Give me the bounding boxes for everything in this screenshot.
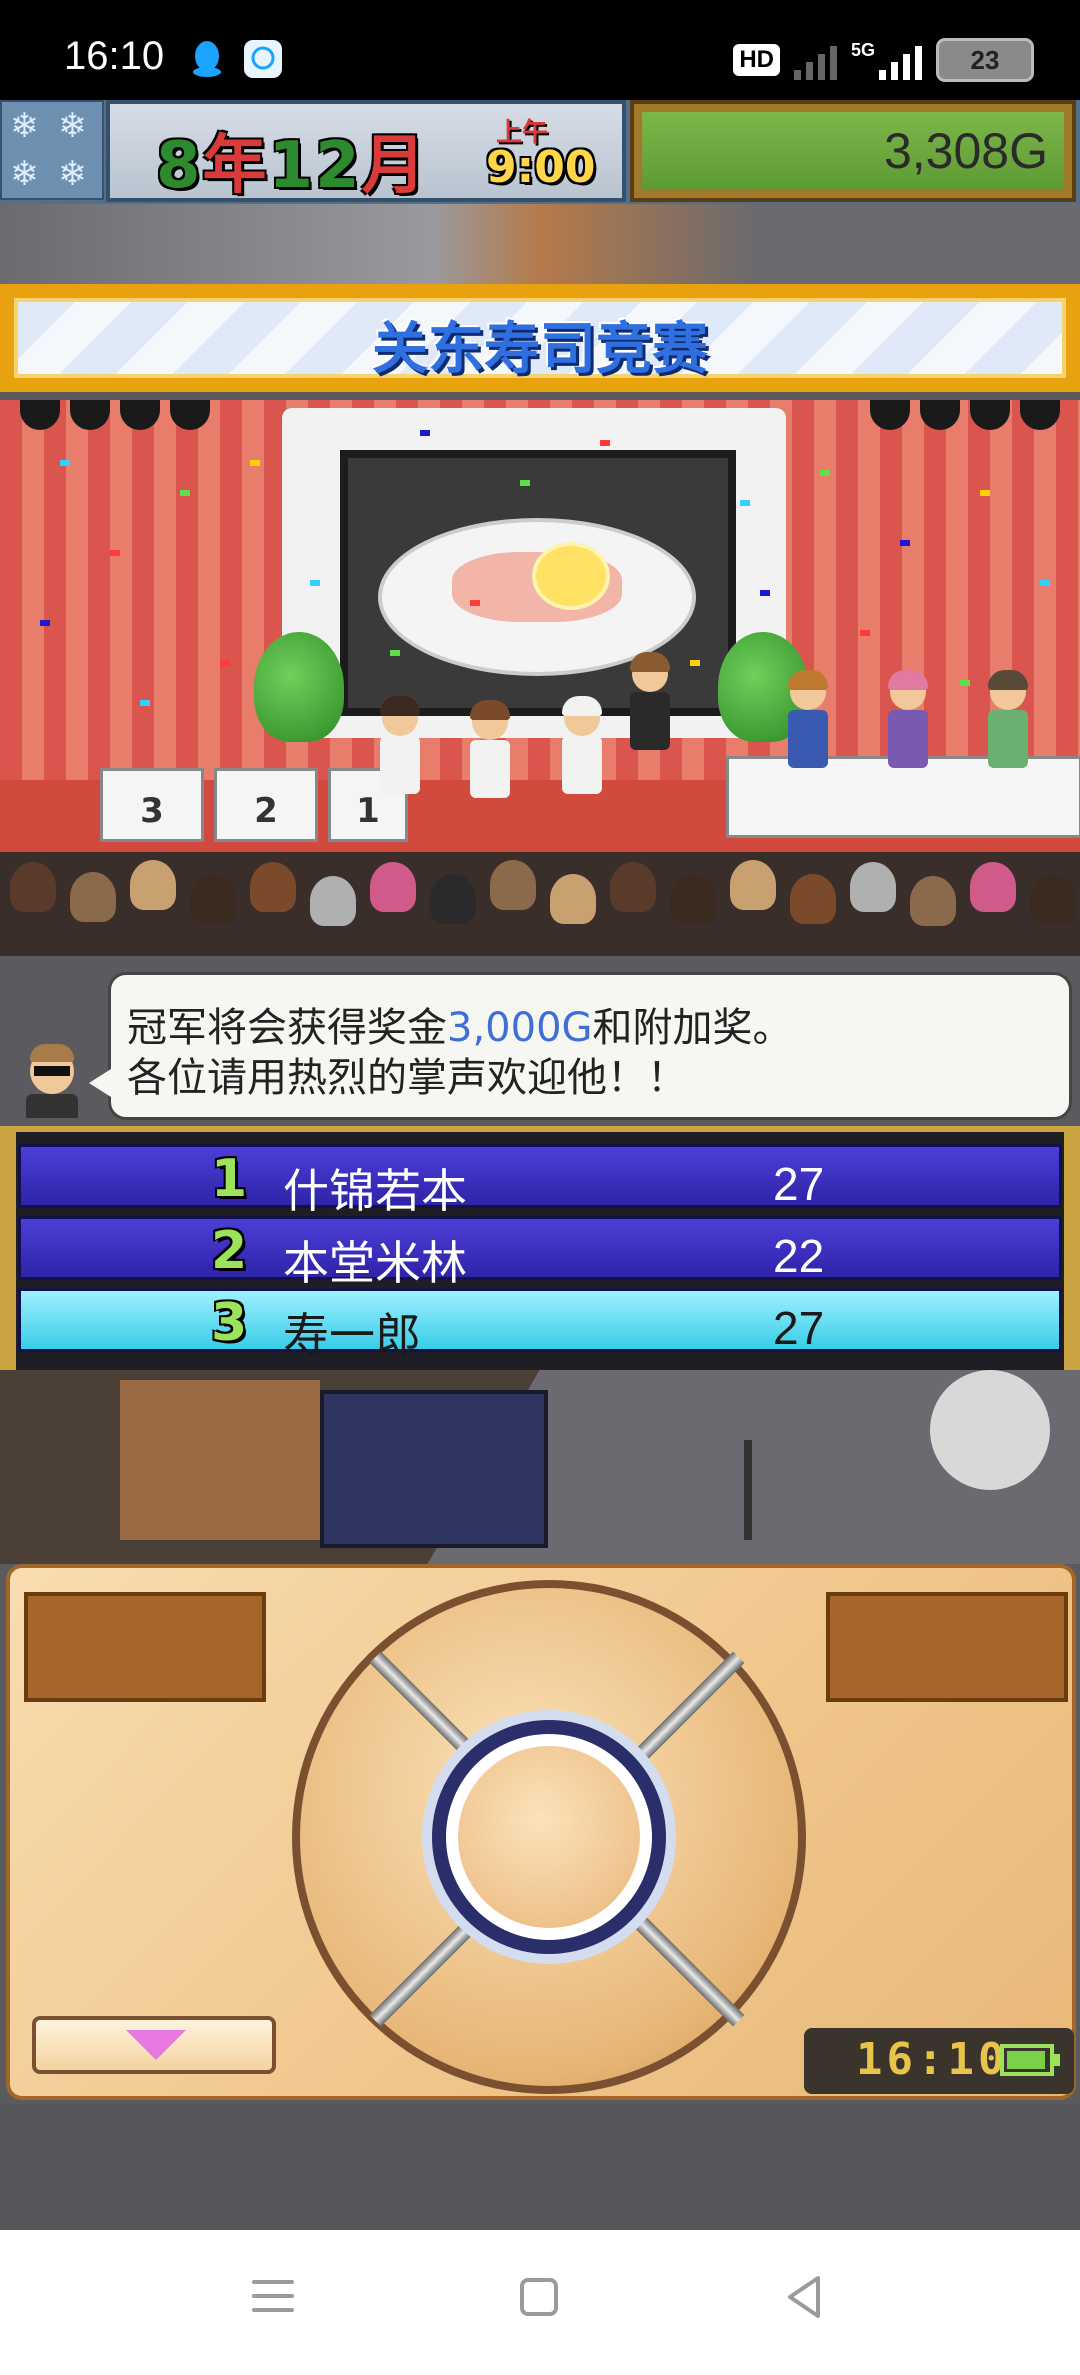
podium-third: 3 (100, 768, 204, 842)
ranking-panel: 1 什锦若本 27 2 本堂米林 22 3 寿一郎 27 (0, 1126, 1080, 1378)
audience-crowd (0, 852, 1080, 956)
podium-second: 2 (214, 768, 318, 842)
status-time: 16:10 (64, 34, 165, 78)
ranking-row: 2 本堂米林 22 (18, 1216, 1062, 1290)
controller-panel: 16:10 (0, 1564, 1080, 2104)
directional-pad[interactable] (292, 1580, 806, 2094)
judge-1 (786, 670, 830, 770)
street-lamp (744, 1440, 752, 1540)
rank-number: 2 (211, 1221, 248, 1281)
left-shoulder-button[interactable] (24, 1592, 266, 1702)
contestant-3 (560, 696, 604, 796)
back-icon[interactable] (782, 2274, 826, 2320)
judge-3 (986, 670, 1030, 770)
signal-icon-sim1 (793, 40, 837, 80)
game-top-bar: ❄ ❄ ❄ ❄ 8年12月 上午 9:00 3,308G (0, 100, 1080, 204)
judge-2 (886, 670, 930, 770)
sushi-shop-building (320, 1390, 548, 1548)
device-clock: 16:10 (804, 2028, 1074, 2094)
date-year-unit: 年 (202, 129, 269, 203)
sushi-display-screen (340, 450, 736, 716)
shop-building (120, 1380, 320, 1540)
plant-left (254, 632, 344, 742)
network-5g-label: 5G (850, 39, 875, 60)
rank-name: 本堂米林 (283, 1236, 467, 1290)
contest-stage: 3 2 1 (0, 400, 1080, 960)
menu-toggle-button[interactable] (32, 2016, 276, 2074)
speaker-portrait (24, 1042, 80, 1118)
dialog-area: 冠军将会获得奖金3,000G和附加奖。 各位请用热烈的掌声欢迎他！！ (0, 956, 1080, 1126)
ranking-row-highlighted: 3 寿一郎 27 (18, 1288, 1062, 1362)
dialog-bubble[interactable]: 冠军将会获得奖金3,000G和附加奖。 各位请用热烈的掌声欢迎他！！ (89, 972, 1072, 1120)
right-shoulder-button[interactable] (826, 1592, 1068, 1702)
rank-name: 寿一郎 (283, 1308, 421, 1362)
date-display: 8年12月 上午 9:00 (106, 100, 626, 203)
battery-level: 23 (970, 44, 1000, 75)
event-title: 关东寿司竞赛 (372, 317, 708, 382)
date-month: 12 (268, 129, 362, 203)
dialog-line-2: 各位请用热烈的掌声欢迎他！！ (127, 1055, 687, 1101)
date-year: 8 (156, 129, 203, 203)
bottom-spacer (0, 2104, 1080, 2230)
rank-score: 22 (773, 1230, 825, 1282)
controller-pad: 16:10 (6, 1564, 1076, 2100)
clock-time: 16:10 (856, 2034, 1009, 2085)
host (628, 652, 672, 752)
hd-badge: HD (733, 44, 780, 76)
money-display: 3,308G (630, 100, 1076, 202)
qq-icon (193, 41, 221, 77)
chat-icon (244, 40, 282, 78)
system-nav-bar (0, 2230, 1080, 2375)
down-triangle-icon (126, 2030, 186, 2060)
date-time: 9:00 (486, 142, 596, 193)
season-snow-icon: ❄ ❄ ❄ ❄ (0, 100, 104, 200)
home-icon[interactable] (520, 2278, 558, 2316)
rank-name: 什锦若本 (283, 1164, 467, 1218)
status-bar: 16:10 HD 5G 23 (0, 0, 1080, 100)
action-button[interactable] (432, 1720, 666, 1954)
town-view (0, 1370, 1080, 1576)
rank-number: 3 (211, 1293, 248, 1353)
battery-full-icon (1000, 2044, 1060, 2076)
rank-score: 27 (773, 1302, 825, 1354)
contestant-1 (378, 696, 422, 796)
rank-score: 27 (773, 1158, 825, 1210)
rank-number: 1 (211, 1149, 248, 1209)
date-month-unit: 月 (361, 129, 428, 203)
background-street (0, 204, 1080, 284)
contestant-2 (468, 700, 512, 800)
event-title-banner: 关东寿司竞赛 (0, 284, 1080, 392)
stage-lights (0, 400, 1080, 440)
ranking-row: 1 什锦若本 27 (18, 1144, 1062, 1218)
snowy-tree (930, 1370, 1050, 1490)
battery-icon: 23 (936, 38, 1034, 82)
menu-icon[interactable] (252, 2274, 294, 2318)
signal-icon-sim2 (879, 40, 922, 80)
money-amount: 3,308G (883, 123, 1048, 179)
